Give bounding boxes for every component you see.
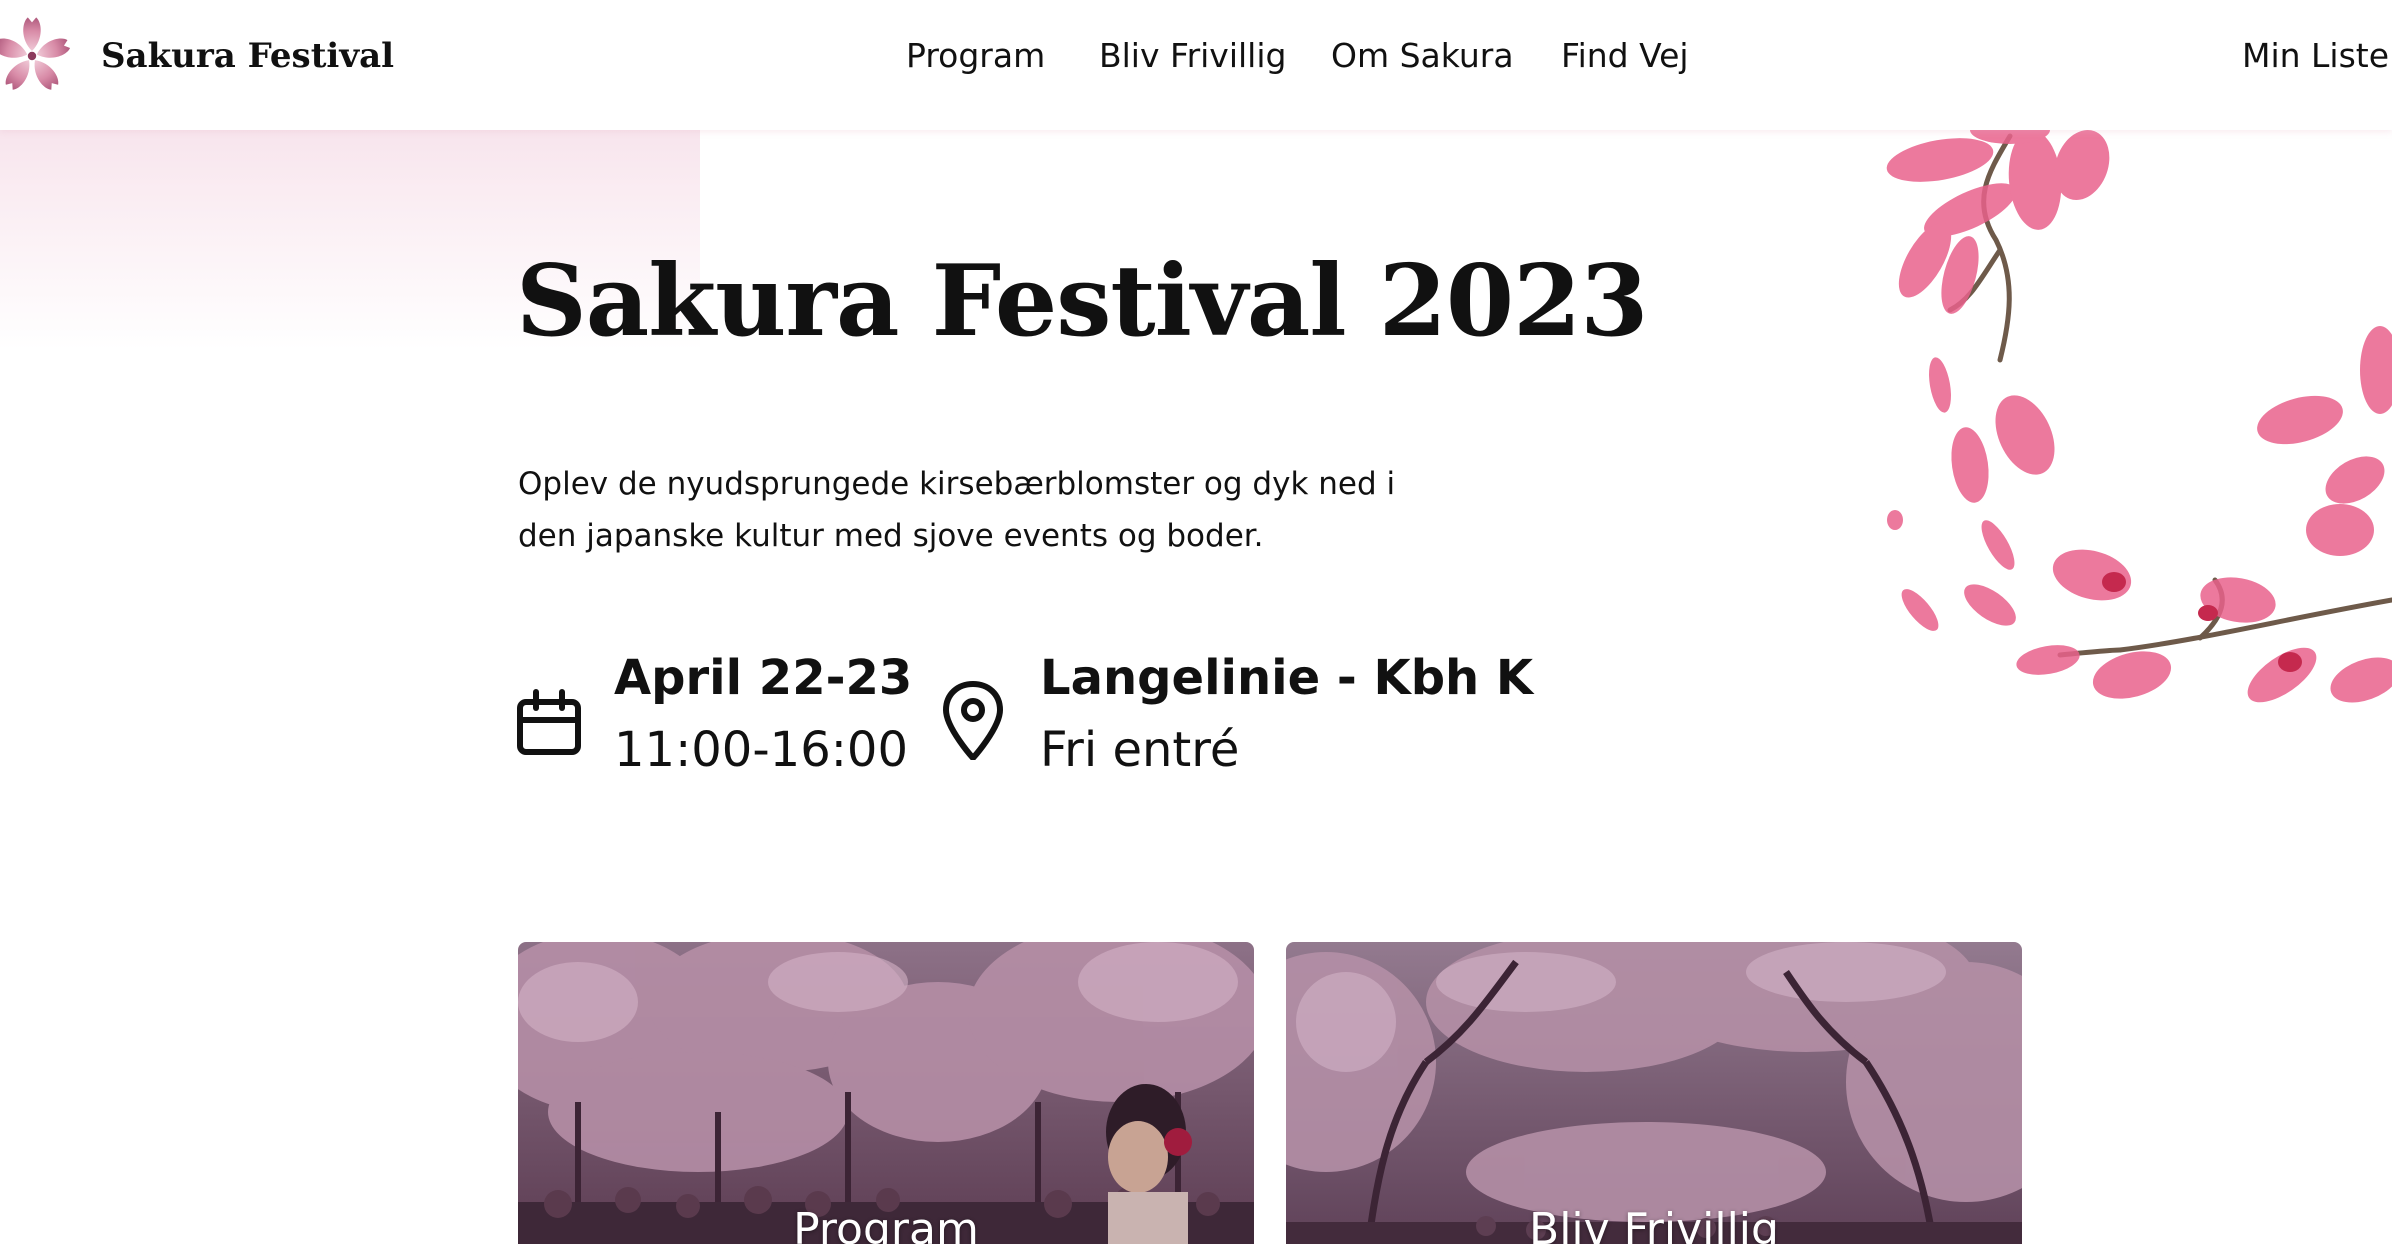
- cherry-trees-crowd-photo: [518, 942, 1254, 1244]
- map-pin-icon: [943, 681, 1003, 760]
- main-nav: Program Bliv Frivillig Om Sakura Find Ve…: [0, 36, 2392, 80]
- site-header: Sakura Festival Program Bliv Frivillig O…: [0, 0, 2392, 130]
- program-card-label: Program: [793, 1204, 979, 1244]
- event-dates: April 22-23: [614, 650, 913, 706]
- cherry-blossom-branch-illustration: [1886, 130, 2392, 703]
- nav-item-find-vej[interactable]: Find Vej: [1561, 36, 1689, 75]
- calendar-icon: [517, 689, 581, 755]
- nav-item-bliv-frivillig[interactable]: Bliv Frivillig: [1099, 36, 1286, 75]
- my-list-link[interactable]: Min Liste: [2242, 36, 2389, 75]
- page: Sakura Festival Program Bliv Frivillig O…: [0, 0, 2392, 1244]
- program-card[interactable]: Program: [518, 942, 1254, 1244]
- volunteer-card-label: Bliv Frivillig: [1529, 1204, 1779, 1244]
- event-location: Langelinie - Kbh K: [1040, 650, 1534, 706]
- nav-item-program[interactable]: Program: [906, 36, 1045, 75]
- event-hours: 11:00-16:00: [614, 722, 908, 778]
- cherry-trees-path-photo: [1286, 942, 2022, 1244]
- volunteer-card[interactable]: Bliv Frivillig: [1286, 942, 2022, 1244]
- nav-item-om-sakura[interactable]: Om Sakura: [1331, 36, 1514, 75]
- hero-description: Oplev de nyudsprungede kirsebærblomster …: [518, 466, 1396, 554]
- hero-title: Sakura Festival 2023: [516, 244, 1648, 359]
- event-admission: Fri entré: [1040, 722, 1240, 778]
